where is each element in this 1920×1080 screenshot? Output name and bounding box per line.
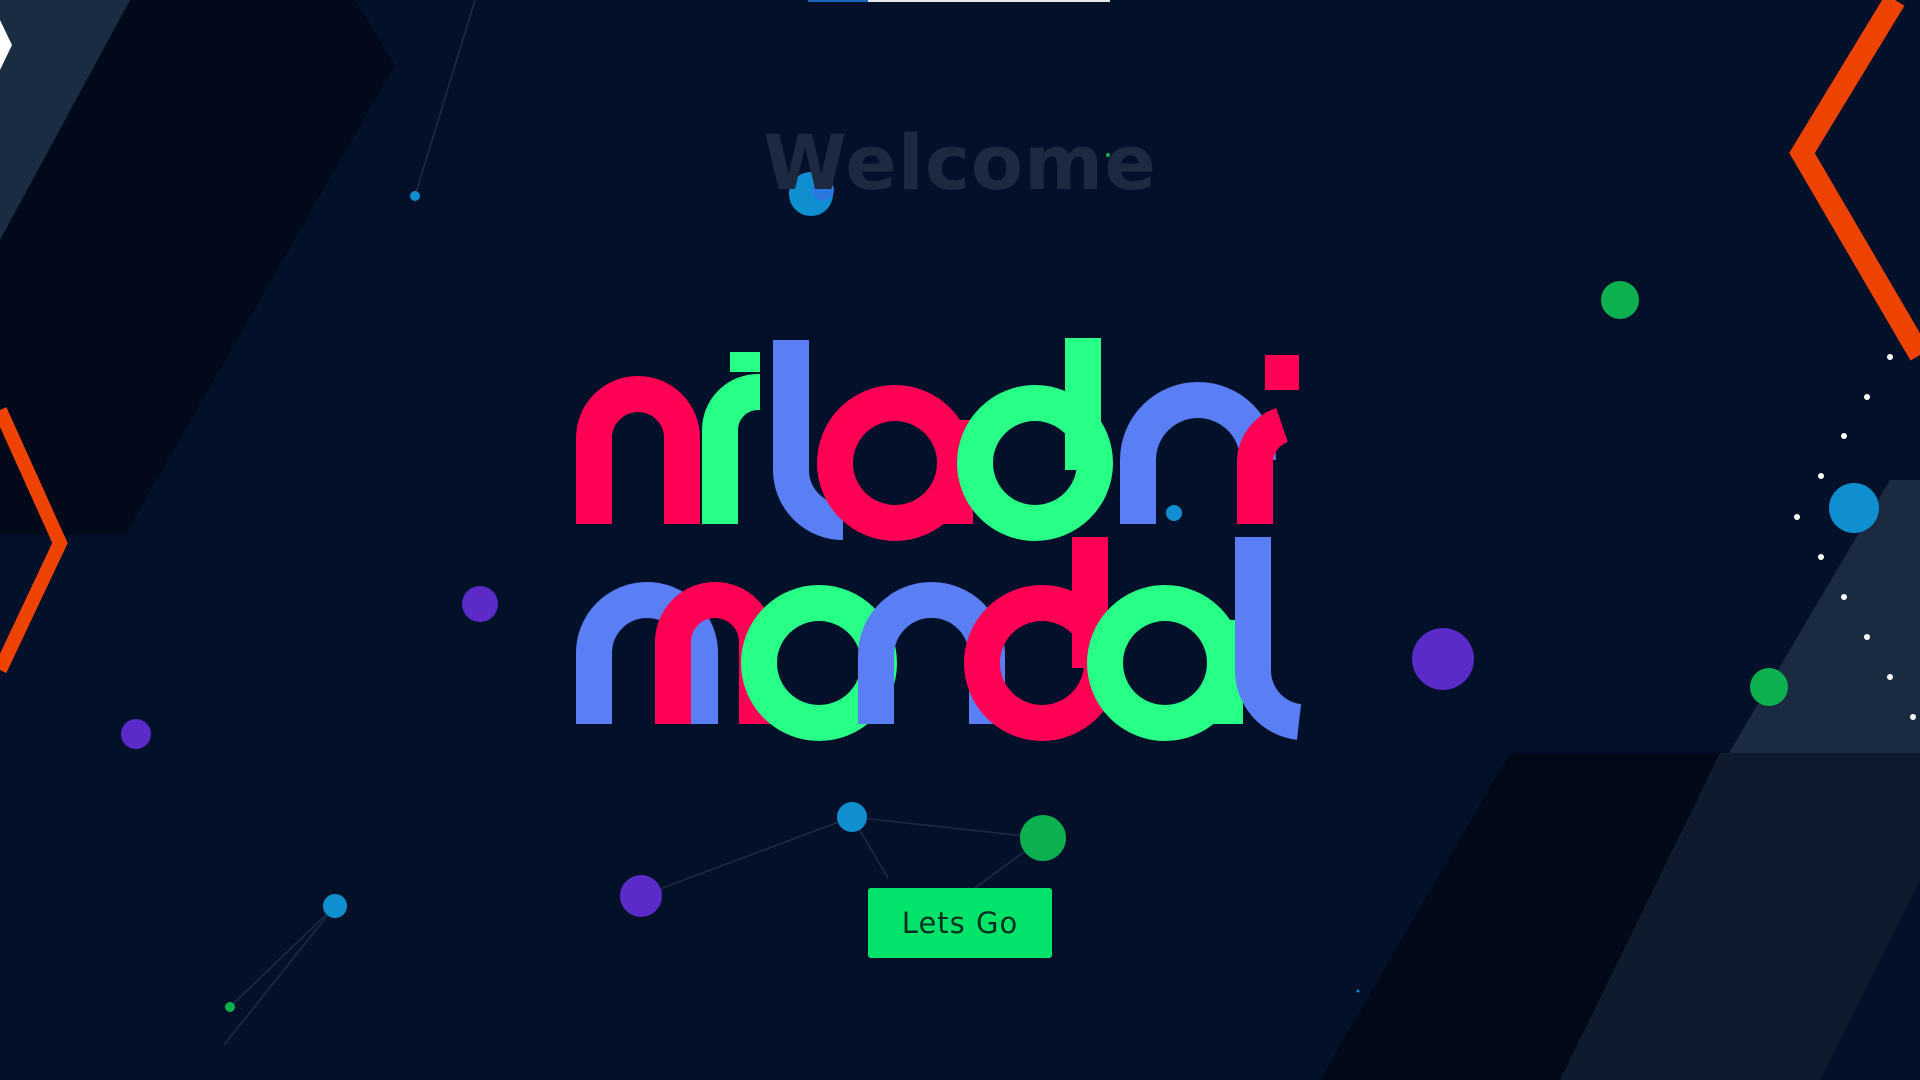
letter-i2 — [1237, 407, 1289, 524]
particle-purple — [462, 586, 498, 622]
particle-cyan — [1356, 989, 1360, 993]
particle-cyan — [1166, 505, 1182, 521]
lets-go-button[interactable]: Lets Go — [868, 888, 1052, 958]
particle-green — [1020, 815, 1066, 861]
particle-cyan — [837, 802, 867, 832]
particle-cyan — [1829, 483, 1879, 533]
loading-progress-bar — [808, 0, 1110, 2]
particle-green — [1750, 668, 1788, 706]
letter-i — [702, 374, 760, 524]
particle-purple — [1412, 628, 1474, 690]
name-letters — [576, 338, 1303, 741]
particle-green — [225, 1002, 235, 1012]
particle-purple — [121, 719, 151, 749]
letter-l2 — [1234, 537, 1303, 740]
letter-i2-dot — [1265, 355, 1299, 390]
letter-n — [576, 376, 700, 524]
particle-purple — [620, 875, 662, 917]
particle-green — [1601, 281, 1639, 319]
letter-i-dot — [730, 352, 760, 372]
particle-cyan — [323, 894, 347, 918]
welcome-heading: Welcome — [763, 118, 1157, 207]
loading-progress-fill — [808, 0, 869, 2]
